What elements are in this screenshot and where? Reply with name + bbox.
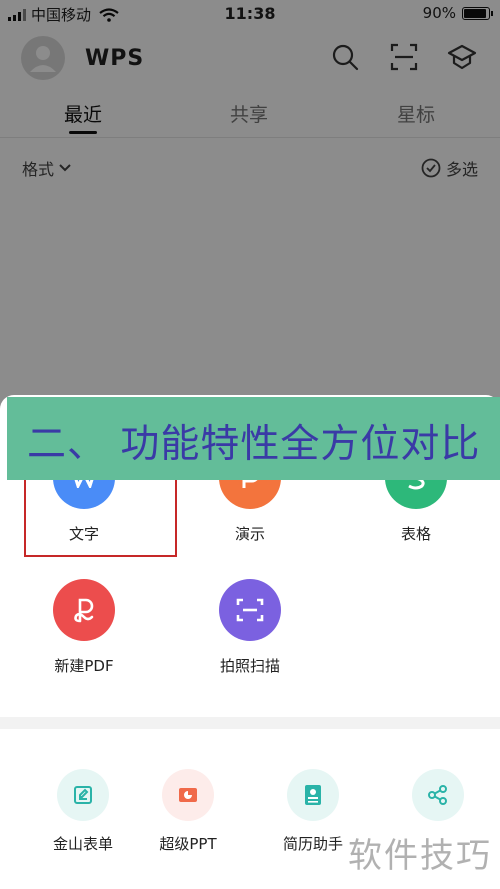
highlight-box — [24, 475, 177, 557]
kingsoft-form-label: 金山表单 — [52, 835, 113, 853]
share-icon — [412, 769, 464, 821]
create-pdf-button[interactable]: 新建PDF — [14, 579, 154, 676]
super-ppt-label: 超级PPT — [159, 835, 217, 853]
banner-text: 二、 功能特性全方位对比 — [27, 422, 481, 467]
watermark: 软件技巧 — [348, 836, 492, 876]
kingsoft-form-button[interactable]: 金山表单 — [23, 769, 143, 854]
photo-scan-label: 拍照扫描 — [219, 657, 280, 675]
article-banner: 二、 功能特性全方位对比 — [7, 397, 500, 480]
photo-scan-button[interactable]: 拍照扫描 — [180, 579, 320, 676]
section-divider — [0, 717, 500, 729]
resume-icon — [287, 769, 339, 821]
share-tool-button[interactable] — [378, 769, 498, 833]
create-pdf-label: 新建PDF — [54, 657, 114, 675]
form-icon — [57, 769, 109, 821]
create-spreadsheet-label: 表格 — [400, 525, 431, 543]
super-ppt-button[interactable]: 超级PPT — [128, 769, 248, 854]
ppt-icon — [162, 769, 214, 821]
pdf-icon — [53, 579, 115, 641]
camera-scan-icon — [219, 579, 281, 641]
create-presentation-label: 演示 — [234, 525, 265, 543]
